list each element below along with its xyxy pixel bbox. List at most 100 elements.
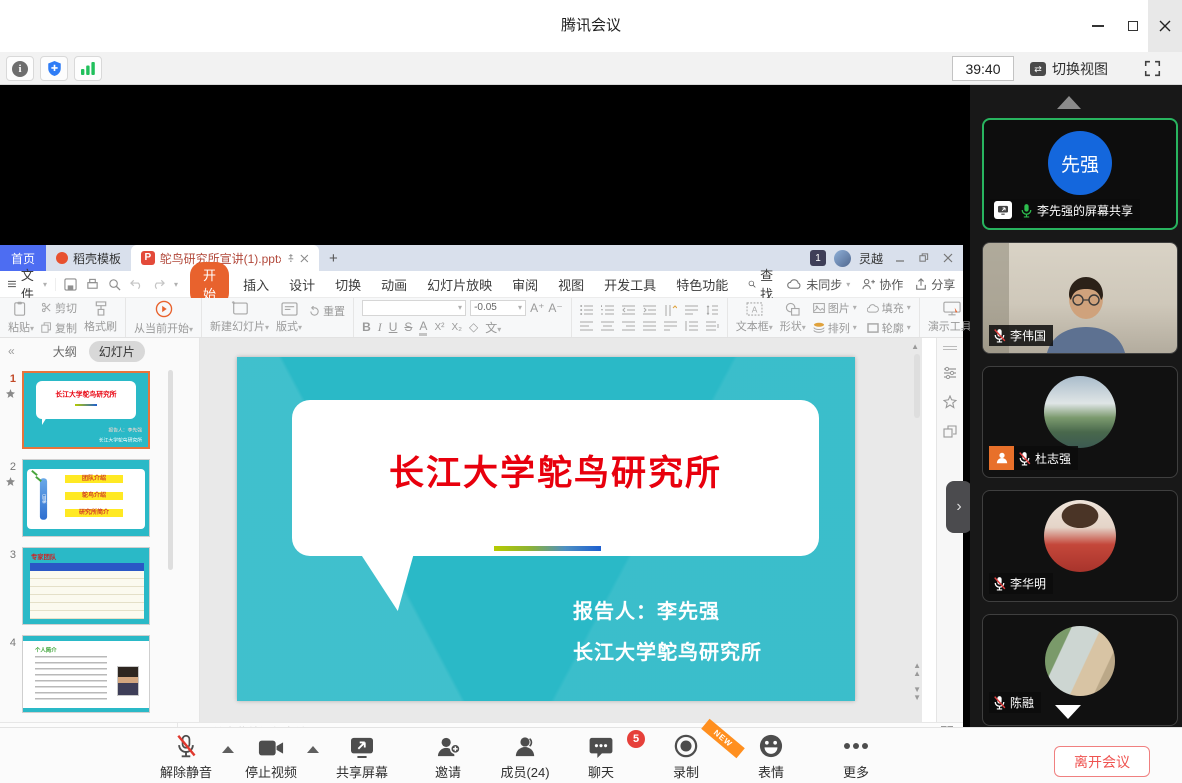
italic-button[interactable]: I bbox=[378, 320, 382, 335]
paragraph-spacing-icon[interactable] bbox=[685, 321, 698, 331]
reset-button[interactable]: 重置 bbox=[309, 303, 345, 319]
emoji-button[interactable]: 表情 bbox=[735, 734, 807, 781]
format-painter-button[interactable]: 格式刷 bbox=[84, 301, 117, 334]
font-size-combo[interactable]: -0.05▾ bbox=[470, 300, 526, 316]
bullet-list-icon[interactable] bbox=[580, 305, 593, 315]
unmute-button[interactable]: 解除静音 bbox=[150, 734, 222, 781]
participant-tile-4[interactable]: 李华明 bbox=[982, 490, 1178, 602]
slide-thumbnail-1[interactable]: 长江大学鸵鸟研究所 报告人：李先强 长江大学鸵鸟研究所 bbox=[22, 371, 150, 449]
audio-options-arrow[interactable] bbox=[222, 746, 234, 753]
align-left-icon[interactable] bbox=[580, 321, 593, 331]
clear-format-icon[interactable]: ◇ bbox=[469, 320, 478, 334]
maximize-button[interactable] bbox=[1118, 0, 1148, 52]
minimize-button[interactable] bbox=[1078, 0, 1118, 52]
participant-tile-video[interactable]: 李伟国 bbox=[982, 242, 1178, 354]
decrease-font-icon[interactable]: A⁻ bbox=[548, 301, 562, 315]
notification-badge[interactable]: 1 bbox=[810, 250, 826, 266]
outline-tab[interactable]: 大纲 bbox=[53, 343, 77, 360]
distribute-icon[interactable] bbox=[664, 321, 677, 331]
wps-restore-icon[interactable] bbox=[919, 253, 929, 263]
record-button[interactable]: 录制 bbox=[650, 734, 722, 781]
canvas-scroll-up-icon[interactable]: ▲ bbox=[911, 342, 919, 351]
slide-thumbnail-4[interactable]: 个人简介 bbox=[22, 635, 150, 713]
participant-tile-sharer[interactable]: 先强 李先强的屏幕共享 bbox=[982, 118, 1178, 230]
menu-slideshow[interactable]: 幻灯片放映 bbox=[417, 275, 502, 294]
print-icon[interactable] bbox=[86, 278, 99, 291]
menu-design[interactable]: 设计 bbox=[279, 275, 325, 294]
collaborate-button[interactable]: 协作 bbox=[862, 276, 903, 293]
prev-slide-icon[interactable]: ▲▲ bbox=[913, 662, 921, 678]
chat-button[interactable]: 聊天 bbox=[565, 734, 637, 781]
textbox-button[interactable]: A 文本框▾ bbox=[736, 302, 773, 334]
font-family-combo[interactable]: ▾ bbox=[362, 300, 466, 316]
canvas-scrollbar[interactable] bbox=[914, 354, 920, 418]
scroll-down-icon[interactable] bbox=[1055, 705, 1081, 719]
menu-animation[interactable]: 动画 bbox=[371, 275, 417, 294]
font-color-button[interactable]: A bbox=[419, 319, 427, 336]
slide-thumbnail-2[interactable]: 目录 团队介绍 鸵鸟介绍 研究所简介 bbox=[22, 459, 150, 537]
sync-status-button[interactable]: 未同步▾ bbox=[787, 276, 850, 293]
slide-thumbnail-3[interactable]: 专家团队 bbox=[22, 547, 150, 625]
properties-icon[interactable] bbox=[943, 366, 957, 379]
picture-button[interactable]: 图片▾ bbox=[813, 300, 857, 316]
wps-close-icon[interactable] bbox=[943, 253, 953, 263]
redo-icon[interactable] bbox=[152, 278, 165, 290]
invite-button[interactable]: 邀请 bbox=[412, 734, 484, 781]
menu-review[interactable]: 审阅 bbox=[502, 275, 548, 294]
undo-icon[interactable] bbox=[130, 278, 143, 290]
align-text-icon[interactable] bbox=[685, 305, 698, 315]
close-tab-icon[interactable] bbox=[300, 254, 309, 263]
increase-indent-icon[interactable] bbox=[643, 305, 656, 315]
new-tab-button[interactable]: + bbox=[319, 245, 348, 271]
arrange-button[interactable]: 排列▾ bbox=[813, 320, 857, 336]
align-center-icon[interactable] bbox=[601, 321, 614, 331]
menu-devtools[interactable]: 开发工具 bbox=[594, 275, 666, 294]
present-tools-button[interactable]: 演示工具▾ bbox=[928, 301, 976, 334]
panel-handle-icon[interactable] bbox=[943, 346, 957, 350]
line-spacing-icon[interactable] bbox=[706, 305, 718, 316]
menu-view[interactable]: 视图 bbox=[548, 275, 594, 294]
collapse-panel-icon[interactable]: « bbox=[8, 344, 15, 358]
outline-button[interactable]: 轮廓▾ bbox=[867, 320, 911, 336]
paragraph-settings-icon[interactable] bbox=[706, 321, 719, 331]
meeting-security-button[interactable] bbox=[40, 56, 68, 81]
justify-icon[interactable] bbox=[643, 321, 656, 331]
fullscreen-button[interactable] bbox=[1144, 60, 1161, 77]
wps-minimize-icon[interactable] bbox=[895, 253, 905, 263]
participant-tile-3[interactable]: 杜志强 bbox=[982, 366, 1178, 478]
quickbar-more-icon[interactable]: ▾ bbox=[174, 280, 178, 289]
superscript-button[interactable]: X² bbox=[434, 322, 444, 333]
objects-icon[interactable] bbox=[943, 425, 957, 438]
paste-button[interactable]: 粘贴▾ bbox=[8, 301, 34, 335]
print-preview-icon[interactable] bbox=[108, 278, 121, 291]
expand-panel-button[interactable]: › bbox=[946, 481, 972, 533]
shapes-button[interactable]: 形状▾ bbox=[780, 302, 806, 334]
meeting-info-button[interactable]: i bbox=[6, 56, 34, 81]
share-document-button[interactable]: 分享 bbox=[915, 276, 955, 293]
thumbnails-scrollbar[interactable] bbox=[168, 370, 173, 570]
smart-assistant-icon[interactable] bbox=[943, 395, 957, 409]
align-right-icon[interactable] bbox=[622, 321, 635, 331]
wps-user-avatar[interactable] bbox=[834, 250, 851, 267]
bold-button[interactable]: B bbox=[362, 320, 371, 334]
underline-button[interactable]: U bbox=[389, 320, 398, 334]
wps-user-name[interactable]: 灵越 bbox=[859, 250, 883, 267]
leave-meeting-button[interactable]: 离开会议 bbox=[1054, 746, 1150, 777]
scroll-up-icon[interactable] bbox=[1057, 96, 1081, 109]
phonetic-button[interactable]: 文▾ bbox=[485, 319, 501, 336]
text-direction-icon[interactable] bbox=[664, 305, 677, 316]
pin-tab-icon[interactable] bbox=[286, 253, 296, 263]
layout-button[interactable]: 版式▾ bbox=[276, 302, 302, 334]
menu-insert[interactable]: 插入 bbox=[233, 275, 279, 294]
subscript-button[interactable]: X₂ bbox=[451, 322, 462, 333]
more-button[interactable]: 更多 bbox=[820, 734, 892, 781]
video-options-arrow[interactable] bbox=[307, 746, 319, 753]
new-slide-button[interactable]: 新建幻灯片▾ bbox=[210, 301, 269, 334]
network-signal-button[interactable] bbox=[74, 56, 102, 81]
wps-tab-docer[interactable]: 稻壳模板 bbox=[46, 245, 131, 271]
next-slide-icon[interactable]: ▼▼ bbox=[913, 686, 921, 702]
strikethrough-button[interactable]: S bbox=[404, 320, 412, 334]
save-icon[interactable] bbox=[64, 278, 77, 291]
menu-transition[interactable]: 切换 bbox=[325, 275, 371, 294]
increase-font-icon[interactable]: A⁺ bbox=[530, 301, 544, 315]
